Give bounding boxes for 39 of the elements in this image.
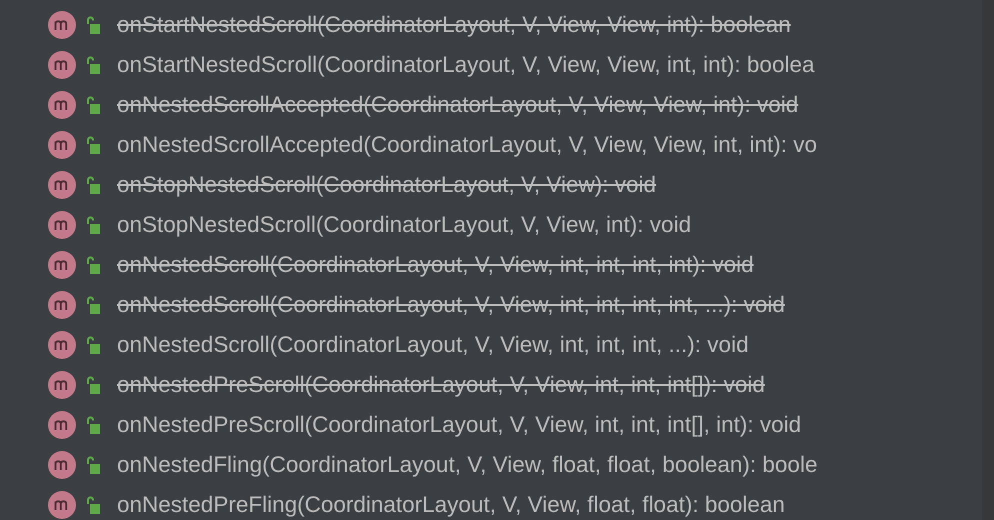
method-icon — [48, 451, 76, 479]
method-icon — [48, 491, 76, 519]
unlocked-padlock-icon — [86, 336, 100, 354]
unlocked-padlock-icon — [86, 16, 100, 34]
method-icon — [48, 51, 76, 79]
unlocked-padlock-icon — [86, 256, 100, 274]
method-signature[interactable]: onNestedScroll(CoordinatorLayout, V, View, int, int, int, ...): void — [117, 332, 749, 358]
method-signature[interactable]: onStartNestedScroll(CoordinatorLayout, V, View, View, int): boolean — [117, 12, 791, 38]
unlocked-padlock-icon — [86, 376, 100, 394]
unlocked-padlock-icon — [86, 96, 100, 114]
method-signature[interactable]: onNestedScroll(CoordinatorLayout, V, View, int, int, int, int): void — [117, 252, 754, 278]
method-icon — [48, 171, 76, 199]
method-icon — [48, 251, 76, 279]
method-signature[interactable]: onNestedScroll(CoordinatorLayout, V, View, int, int, int, int, ...): void — [117, 292, 785, 318]
method-icon — [48, 291, 76, 319]
unlocked-padlock-icon — [86, 496, 100, 514]
unlocked-padlock-icon — [86, 176, 100, 194]
method-icon — [48, 91, 76, 119]
method-signature[interactable]: onNestedScrollAccepted(CoordinatorLayout, V, View, View, int): void — [117, 92, 798, 118]
unlocked-padlock-icon — [86, 296, 100, 314]
unlocked-padlock-icon — [86, 136, 100, 154]
method-icon — [48, 211, 76, 239]
method-icon — [48, 131, 76, 159]
method-signature[interactable]: onNestedPreScroll(CoordinatorLayout, V, View, int, int, int[], int): void — [117, 412, 802, 438]
unlocked-padlock-icon — [86, 416, 100, 434]
method-signature[interactable]: onStopNestedScroll(CoordinatorLayout, V, View, int): void — [117, 212, 692, 238]
method-signature[interactable]: onStartNestedScroll(CoordinatorLayout, V, View, View, int, int): boolea — [117, 52, 814, 78]
method-icon — [48, 11, 76, 39]
method-signature[interactable]: onNestedScrollAccepted(CoordinatorLayout, V, View, View, int, int): vo — [117, 132, 817, 158]
unlocked-padlock-icon — [86, 216, 100, 234]
unlocked-padlock-icon — [86, 456, 100, 474]
method-signature[interactable]: onNestedPreScroll(CoordinatorLayout, V, View, int, int, int[]): void — [117, 372, 765, 398]
method-signature[interactable]: onStopNestedScroll(CoordinatorLayout, V, View): void — [117, 172, 656, 198]
method-icon — [48, 331, 76, 359]
method-icon — [48, 371, 76, 399]
unlocked-padlock-icon — [86, 56, 100, 74]
method-signature[interactable]: onNestedFling(CoordinatorLayout, V, View, float, float, boolean): boole — [117, 452, 818, 478]
method-icon — [48, 411, 76, 439]
method-signature[interactable]: onNestedPreFling(CoordinatorLayout, V, View, float, float): boolean — [117, 492, 785, 518]
